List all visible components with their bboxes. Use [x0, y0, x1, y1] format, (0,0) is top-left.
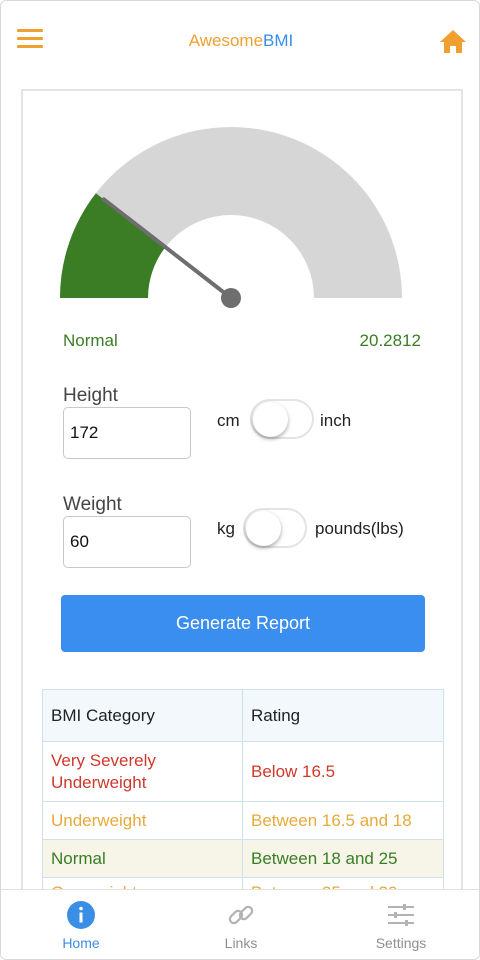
tab-links-label: Links	[224, 935, 258, 951]
tab-home-label: Home	[62, 935, 100, 951]
bmi-status-text: Normal	[63, 331, 118, 350]
app-header: AwesomeBMI	[1, 1, 479, 81]
bmi-card: Normal 20.2812 Height cm inch Weight kg …	[21, 89, 463, 909]
tab-settings-label: Settings	[375, 935, 427, 951]
weight-toggle-knob	[246, 511, 281, 546]
weight-input[interactable]	[63, 516, 191, 568]
bottom-tab-bar: Home Links Settings	[1, 889, 479, 959]
table-row: Very Severely Underweight Below 16.5	[42, 741, 444, 802]
height-unit-cm-label: cm	[217, 411, 240, 430]
table-row: Normal Between 18 and 25	[42, 839, 444, 878]
gauge-needle-pivot	[221, 288, 241, 308]
app-frame: AwesomeBMI Normal 20.2812 Height cm inch…	[0, 0, 480, 960]
table-cell-rating: Below 16.5	[242, 741, 444, 802]
info-icon	[67, 901, 95, 929]
tab-home[interactable]: Home	[1, 890, 161, 959]
table-header-category: BMI Category	[42, 689, 243, 742]
height-unit-inch-label: inch	[320, 411, 352, 430]
table-cell-rating: Between 18 and 25	[242, 839, 444, 878]
weight-label: Weight	[63, 494, 122, 515]
app-title-part2: BMI	[263, 31, 294, 50]
table-header-rating: Rating	[242, 689, 444, 742]
table-cell-category: Normal	[42, 839, 243, 878]
weight-unit-lbs-label: pounds(lbs)	[315, 519, 404, 538]
height-toggle-knob	[253, 402, 288, 437]
height-label: Height	[63, 385, 118, 406]
weight-unit-kg-label: kg	[217, 519, 235, 538]
home-icon[interactable]	[439, 27, 467, 55]
table-cell-category: Underweight	[42, 801, 243, 840]
bmi-value-text: 20.2812	[359, 331, 421, 350]
app-title-part1: Awesome	[188, 31, 264, 50]
table-row: Underweight Between 16.5 and 18	[42, 801, 444, 840]
table-cell-category: Very Severely Underweight	[42, 741, 243, 802]
sliders-icon	[388, 904, 414, 926]
tab-settings[interactable]: Settings	[321, 890, 479, 959]
bmi-gauge	[60, 127, 402, 308]
bmi-category-table: BMI Category Rating Very Severely Underw…	[42, 689, 444, 908]
height-input[interactable]	[63, 407, 191, 459]
tab-links[interactable]: Links	[161, 890, 321, 959]
weight-unit-toggle[interactable]	[243, 508, 307, 548]
app-title: AwesomeBMI	[1, 31, 479, 51]
generate-report-button[interactable]: Generate Report	[61, 595, 425, 652]
link-icon	[228, 905, 254, 925]
height-unit-toggle[interactable]	[250, 399, 314, 439]
table-cell-rating: Between 16.5 and 18	[242, 801, 444, 840]
table-header-row: BMI Category Rating	[42, 689, 444, 742]
